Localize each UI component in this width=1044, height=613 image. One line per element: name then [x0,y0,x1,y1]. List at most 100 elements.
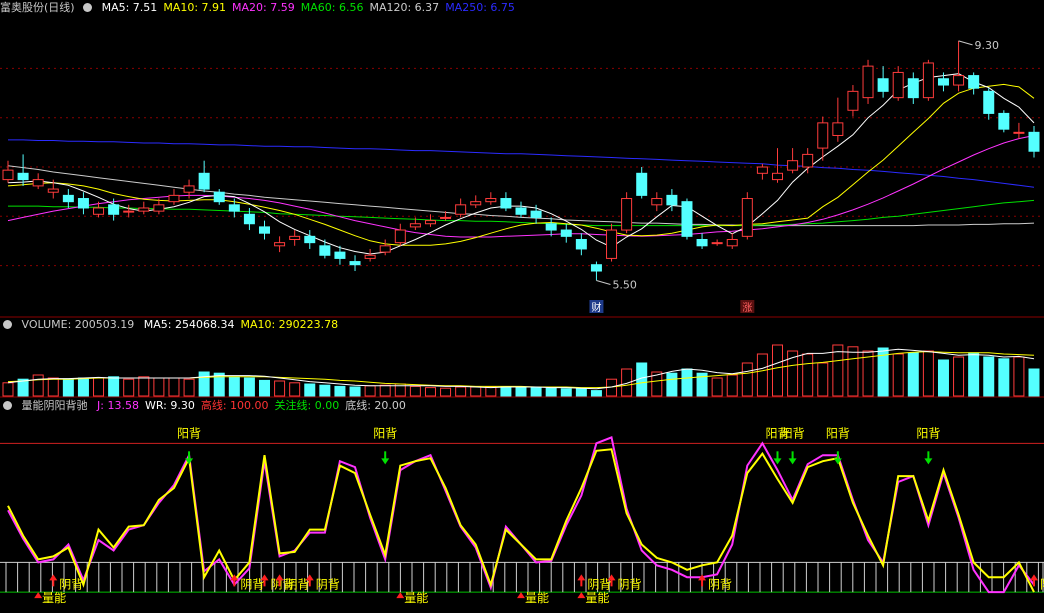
candle-body [108,204,120,215]
candle-body [590,264,602,272]
candle-body [198,172,210,190]
candle-body [877,78,889,92]
candle-body [334,251,346,259]
up-arrow-icon [1030,574,1038,581]
down-arrow-icon [788,458,797,465]
yang-bei-label: 阳背 [781,426,805,440]
candle-body [183,185,195,193]
volume-bar [1013,356,1025,397]
event-badge: 财 [591,301,601,314]
volume-bar [455,386,467,397]
stock-chart-window: 富奥股份(日线) MA5: 7.51 MA10: 7.91 MA20: 7.59 MA… [0,0,1044,613]
candle-body [93,207,105,215]
yin-bei-label: 阴背 [316,577,340,591]
candle-body [560,229,572,237]
volume-chart[interactable] [0,334,1044,398]
down-arrow-icon [381,458,390,465]
volume-bar [937,359,949,397]
volume-bar [304,383,316,397]
candle-body [77,198,89,209]
volume-bar [349,386,361,397]
settings-icon[interactable] [83,3,93,12]
volume-bar [741,362,753,397]
ma-legend-item: MA60: 6.56 [300,1,364,14]
candle-body [847,90,859,111]
settings-icon[interactable] [3,320,12,329]
candle-body [1013,131,1025,134]
volume-bar [922,350,934,397]
candle-body [862,65,874,99]
settings-icon[interactable] [3,401,12,410]
volume-bar [138,376,150,397]
yin-bei-label: 阴背 [59,577,83,591]
volume-bar [711,377,723,397]
volume-bar [500,386,512,397]
ma-legend-item: MA10: 7.91 [163,1,227,14]
candle-body [787,160,799,171]
volume-ma-legend: MA5: 254068.34 MA10: 290223.78 [144,318,344,331]
price-chart[interactable]: 9.30 5.50 财 涨 [0,16,1044,318]
indicator-legend-item: WR: 9.30 [144,399,195,412]
candle-body [485,198,497,203]
volume-bar [123,378,135,397]
volume-bar [379,384,391,397]
yang-bei-label: 阳背 [373,426,397,440]
volume-bar [953,356,965,397]
candle-body [530,210,542,218]
candle-body [274,242,286,247]
up-arrow-icon [34,592,43,599]
candle-body [953,75,965,86]
volume-bar [590,390,602,397]
candle-body [681,201,693,237]
candle-body [243,213,255,225]
candle-body [998,112,1010,130]
volume-bar [1028,368,1040,397]
volume-bar [772,344,783,397]
candle-body [289,235,301,240]
candle-body [772,172,783,181]
indicator-chart[interactable]: 阳背阳背阳背阳背阳背阳背阴背阴背阴背阴背阴背阴背阴背阴背阴背量能量能量能量能 [0,415,1044,613]
volume-bar [832,344,844,397]
indicator-legend-item: 底线: 20.00 [345,399,406,412]
ma-legend-item: MA250: 6.75 [445,1,515,14]
volume-bar [259,379,270,397]
volume-bar [183,378,195,397]
volume-bar [319,384,331,397]
candle-body [32,179,44,187]
candle-body [756,166,768,174]
candle-body [17,172,29,181]
volume-bar [334,385,346,397]
vol-ma-legend-item: MA10: 290223.78 [240,318,339,331]
up-arrow-icon [577,574,586,581]
vol-ma-legend-item: MA5: 254068.34 [143,318,235,331]
candle-body [168,194,180,203]
volume-bar [983,356,995,397]
candle-body [47,188,59,193]
candle-body [153,204,165,212]
yin-bei-label: 阴背 [618,577,642,591]
volume-bar [530,387,542,397]
liang-neng-label: 量能 [404,591,428,605]
high-price-label: 9.30 [975,39,1000,52]
volume-header: VOLUME: 200503.19 MA5: 254068.34 MA10: 29… [0,318,344,332]
candle-body [440,216,452,219]
volume-bar [998,358,1010,397]
volume-bar [892,353,904,397]
down-arrow-icon [924,458,933,465]
low-price-label: 5.50 [612,278,637,291]
ma-legend-item: MA20: 7.59 [232,1,295,14]
volume-bar [364,385,376,397]
yin-bei-label: 阴背 [587,577,611,591]
yin-bei-label: 阴背 [240,577,264,591]
volume-bar [485,386,497,397]
candle-body [696,239,708,247]
candle-body [379,245,391,253]
indicator-legend: J: 13.58 WR: 9.30 高线: 100.00 关注线: 0.00 底线: 2… [97,399,412,412]
j-line [7,436,1035,594]
candle-body [666,194,678,206]
candle-body [606,229,618,259]
high-pointer [958,40,973,46]
volume-bar [470,386,482,397]
candle-body [1028,131,1040,152]
candle-body [304,235,316,244]
